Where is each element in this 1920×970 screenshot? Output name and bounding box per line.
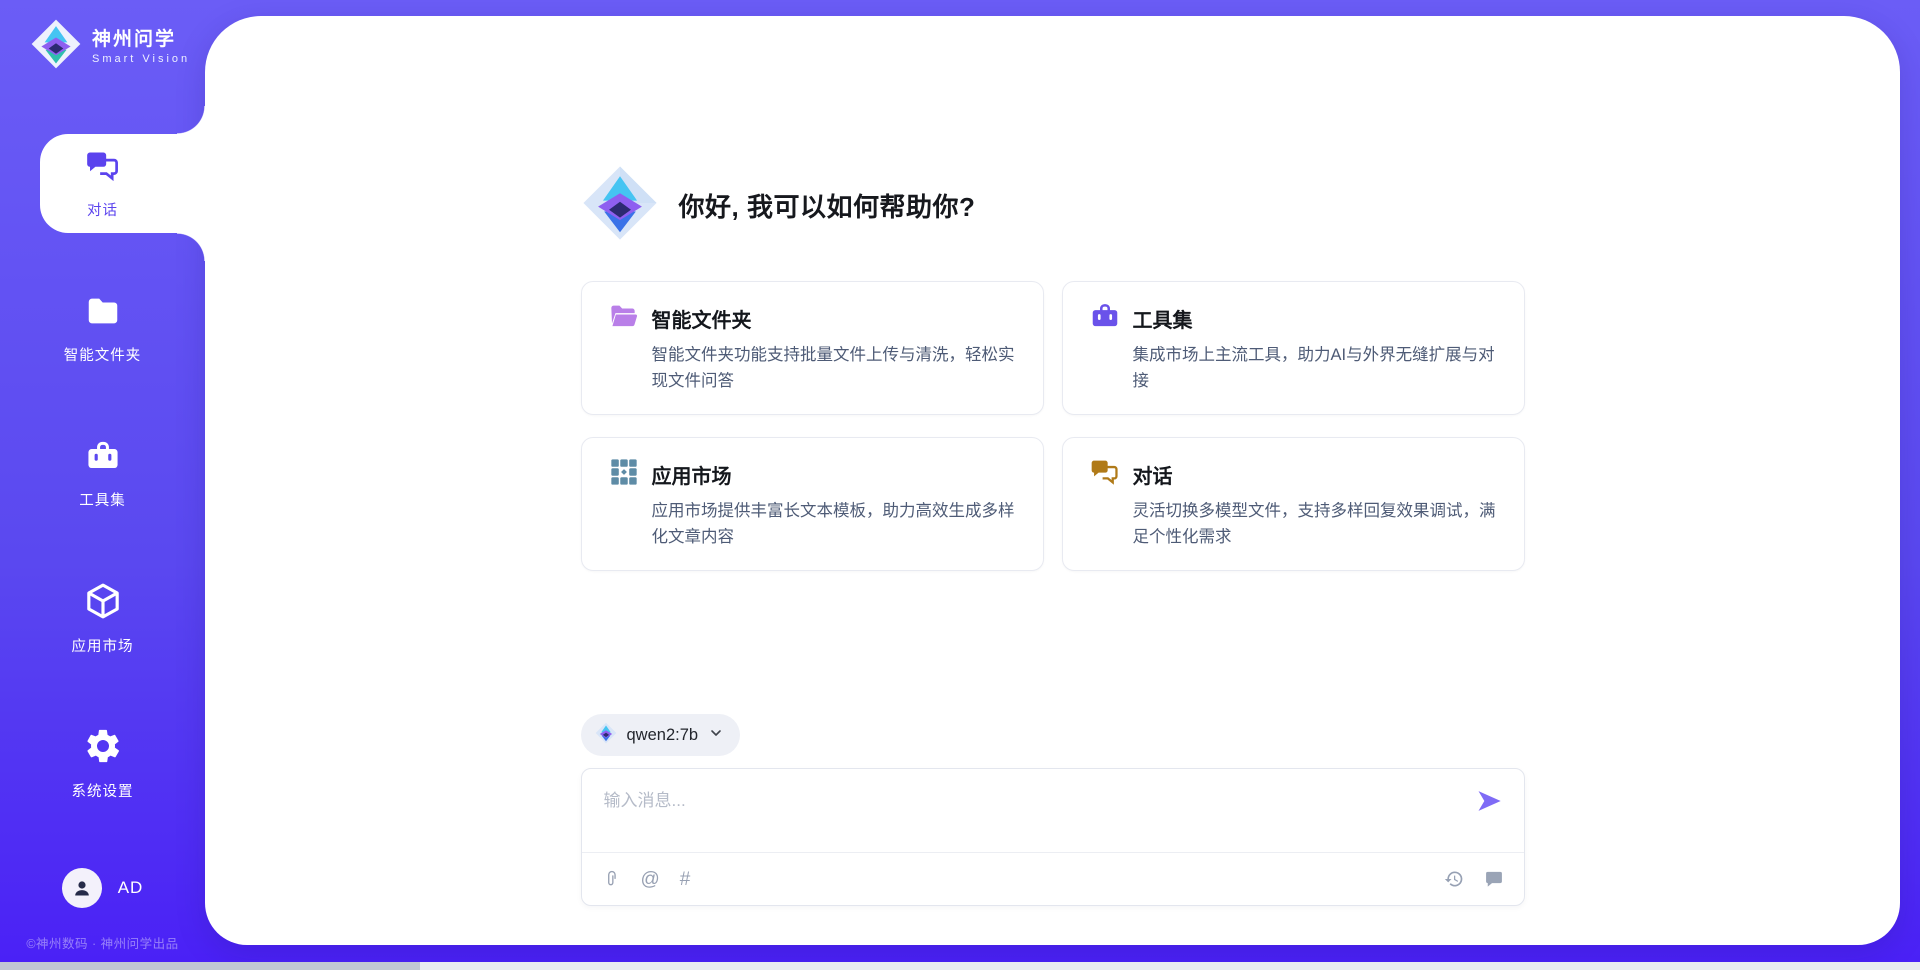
sidebar-item-smart-folder[interactable]: 智能文件夹 bbox=[0, 279, 205, 378]
feature-cards: 智能文件夹 智能文件夹功能支持批量文件上传与清洗，轻松实现文件问答 工具集 bbox=[581, 281, 1525, 571]
sidebar-item-label: 工具集 bbox=[79, 489, 126, 510]
history-icon[interactable] bbox=[1444, 869, 1464, 889]
chat-icon bbox=[1089, 456, 1121, 493]
card-head: 智能文件夹 bbox=[608, 302, 1017, 334]
send-button[interactable] bbox=[1474, 787, 1504, 817]
folder-icon bbox=[84, 292, 122, 335]
sidebar-item-label: 智能文件夹 bbox=[64, 344, 142, 365]
main-content: 你好, 我可以如何帮助你? 智能文件夹 智能文件夹功能支持批量文件上传与清洗，轻… bbox=[581, 16, 1525, 945]
brand: 神州问学 Smart Vision bbox=[0, 0, 205, 75]
chat-icon bbox=[84, 147, 122, 190]
greeting-title: 你好, 我可以如何帮助你? bbox=[679, 187, 976, 224]
card-chat[interactable]: 对话 灵活切换多模型文件，支持多样回复效果调试，满足个性化需求 bbox=[1062, 437, 1525, 571]
chat-input-box: @ # bbox=[581, 768, 1525, 906]
brand-name: 神州问学 bbox=[92, 28, 190, 52]
sidebar-nav: 对话 智能文件夹 工具集 bbox=[0, 134, 205, 859]
sidebar-item-chat[interactable]: 对话 bbox=[0, 134, 205, 233]
main-panel: 你好, 我可以如何帮助你? 智能文件夹 智能文件夹功能支持批量文件上传与清洗，轻… bbox=[205, 16, 1900, 945]
active-tab-notch-bottom bbox=[177, 233, 205, 261]
greeting-block: 你好, 我可以如何帮助你? bbox=[581, 164, 1525, 247]
message-input[interactable] bbox=[582, 769, 1524, 852]
sidebar: 神州问学 Smart Vision 对话 智能文件夹 bbox=[0, 0, 205, 970]
card-app-market[interactable]: 应用市场 应用市场提供丰富长文本模板，助力高效生成多样化文章内容 bbox=[581, 437, 1044, 571]
brand-subtitle: Smart Vision bbox=[92, 52, 190, 66]
sidebar-footer-copyright: ©神州数码 · 神州问学出品 bbox=[0, 933, 205, 952]
send-icon bbox=[1475, 803, 1503, 818]
hashtag-icon[interactable]: # bbox=[680, 870, 691, 889]
model-label: qwen2:7b bbox=[627, 726, 699, 745]
card-head: 应用市场 bbox=[608, 458, 1017, 490]
card-smart-folder[interactable]: 智能文件夹 智能文件夹功能支持批量文件上传与清洗，轻松实现文件问答 bbox=[581, 281, 1044, 415]
card-desc: 灵活切换多模型文件，支持多样回复效果调试，满足个性化需求 bbox=[1133, 498, 1498, 550]
sidebar-item-label: 应用市场 bbox=[72, 635, 134, 656]
user-avatar-icon bbox=[62, 868, 102, 908]
sidebar-item-toolset[interactable]: 工具集 bbox=[0, 424, 205, 523]
sidebar-user[interactable]: AD bbox=[0, 868, 205, 908]
card-desc: 集成市场上主流工具，助力AI与外界无缝扩展与对接 bbox=[1133, 342, 1498, 394]
horizontal-scrollbar-track[interactable] bbox=[0, 962, 1920, 970]
gear-icon bbox=[83, 726, 123, 771]
sidebar-item-label: 系统设置 bbox=[72, 780, 134, 801]
chevron-down-icon bbox=[708, 725, 724, 746]
card-desc: 智能文件夹功能支持批量文件上传与清洗，轻松实现文件问答 bbox=[652, 342, 1017, 394]
card-toolset[interactable]: 工具集 集成市场上主流工具，助力AI与外界无缝扩展与对接 bbox=[1062, 281, 1525, 415]
chat-bubble-icon[interactable] bbox=[1484, 869, 1504, 889]
card-title: 智能文件夹 bbox=[652, 304, 752, 333]
toolbox-icon bbox=[1089, 300, 1121, 337]
input-toolbar: @ # bbox=[582, 852, 1524, 905]
folder-open-icon bbox=[608, 300, 640, 337]
active-tab-notch-top bbox=[177, 106, 205, 134]
brand-text: 神州问学 Smart Vision bbox=[92, 28, 190, 66]
horizontal-scrollbar-thumb[interactable] bbox=[0, 962, 420, 970]
sidebar-item-app-market[interactable]: 应用市场 bbox=[0, 569, 205, 668]
toolbox-icon bbox=[84, 437, 122, 480]
card-title: 应用市场 bbox=[652, 460, 732, 489]
sidebar-item-label: 对话 bbox=[87, 199, 118, 220]
mention-icon[interactable]: @ bbox=[641, 870, 660, 889]
card-title: 工具集 bbox=[1133, 304, 1193, 333]
brand-diamond-logo bbox=[581, 164, 659, 247]
sidebar-item-settings[interactable]: 系统设置 bbox=[0, 714, 205, 813]
model-selector[interactable]: qwen2:7b bbox=[581, 714, 741, 756]
brand-diamond-logo-small bbox=[30, 18, 82, 75]
user-name: AD bbox=[118, 878, 144, 898]
card-head: 工具集 bbox=[1089, 302, 1498, 334]
model-diamond-icon bbox=[595, 722, 617, 749]
card-title: 对话 bbox=[1133, 460, 1173, 489]
card-head: 对话 bbox=[1089, 458, 1498, 490]
apps-grid-icon bbox=[608, 456, 640, 493]
cube-icon bbox=[83, 581, 123, 626]
card-desc: 应用市场提供丰富长文本模板，助力高效生成多样化文章内容 bbox=[652, 498, 1017, 550]
flex-spacer bbox=[581, 571, 1525, 714]
attach-file-icon[interactable] bbox=[602, 870, 621, 889]
